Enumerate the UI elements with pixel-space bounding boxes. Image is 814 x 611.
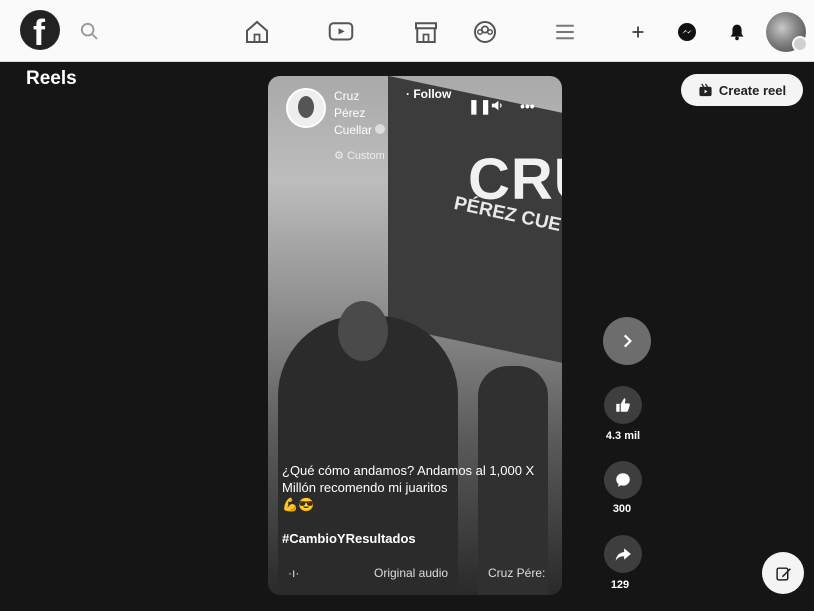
share-button[interactable] [604,535,642,573]
reel-video[interactable]: CRU PÉREZ CUE Cruz Pérez Cuellar ⚙ Custo… [268,76,562,595]
audio-wave-icon: ·ı· [288,566,300,580]
search-icon[interactable] [76,18,104,46]
reel-caption: ¿Qué cómo andamos? Andamos al 1,000 X Mi… [282,462,552,513]
author-last-name: Cuellar [334,123,373,137]
account-avatar[interactable] [766,12,808,52]
comment-button[interactable] [604,461,642,499]
reel-icon [699,83,712,96]
edit-icon [775,566,791,581]
plus-icon[interactable] [624,18,652,46]
caption-emoji: 💪😎 [282,497,315,512]
groups-icon[interactable] [470,17,500,47]
top-nav-bar: f [0,0,814,62]
like-button[interactable] [604,386,642,424]
follow-button[interactable]: · Follow [406,87,451,101]
chevron-right-icon [623,334,632,348]
audio-label: Original audio [374,566,449,580]
author-middle-name: Pérez [334,106,366,120]
audio-artist: Cruz Pére: [488,566,546,580]
compose-button[interactable] [762,552,804,594]
pause-icon[interactable]: ❚❚ [468,98,491,115]
more-options-icon[interactable]: ••• [520,98,535,114]
home-icon[interactable] [242,17,272,47]
comment-icon [616,473,630,487]
privacy-label: Custom [346,150,385,162]
notifications-icon[interactable] [723,18,751,46]
share-icon [615,548,631,561]
share-count: 129 [610,579,630,591]
hashtag-link[interactable]: #CambioYResultados [282,531,416,546]
create-reel-button[interactable]: Create reel [681,74,803,106]
comment-count: 300 [612,503,632,515]
author-first-name: Cruz [334,89,360,103]
thumbs-up-icon [616,398,630,412]
author-name[interactable]: Cruz Pérez Cuellar [334,88,404,139]
privacy-setting[interactable]: ⚙ Custom [334,149,385,162]
verified-icon [375,124,386,134]
gear-icon: ⚙ [334,150,344,162]
messenger-icon[interactable] [673,18,701,46]
next-reel-button[interactable] [603,317,651,365]
person-head [338,301,388,361]
page-title: Reels [26,68,77,89]
like-count: 4.3 mil [605,430,641,442]
marketplace-icon[interactable] [411,17,441,47]
caption-text: ¿Qué cómo andamos? Andamos al 1,000 X Mi… [282,463,535,495]
create-reel-label: Create reel [718,82,787,98]
menu-icon[interactable] [550,17,580,47]
video-icon[interactable] [326,17,356,47]
facebook-logo[interactable]: f [20,10,60,53]
author-avatar[interactable] [286,88,326,128]
logo-letter: f [33,12,45,53]
volume-icon[interactable] [490,98,505,116]
